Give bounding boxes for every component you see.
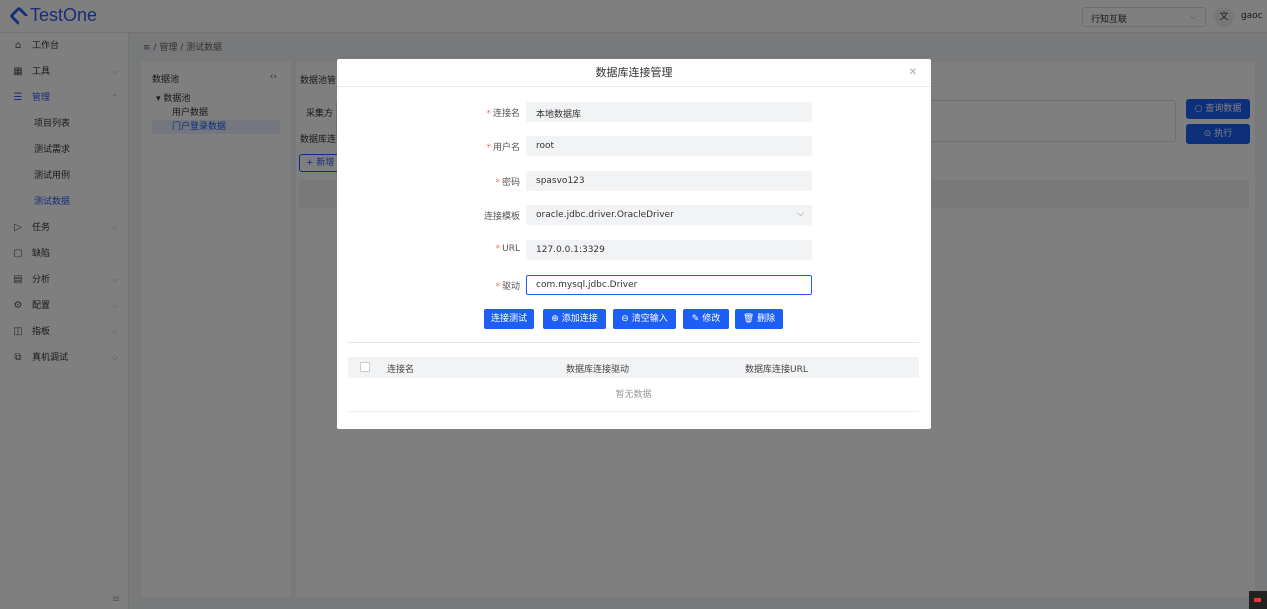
corner-badge-icon[interactable] [1249, 591, 1267, 609]
template-select[interactable]: oracle.jdbc.driver.OracleDriver ⌵ [526, 205, 812, 225]
clear-input-label: 清空输入 [631, 314, 668, 324]
driver-input[interactable]: com.mysql.jdbc.Driver [526, 275, 812, 295]
username-label: * 用户名 [486, 143, 520, 153]
template-label: 连接模板 [483, 212, 520, 222]
close-icon[interactable]: ✕ [909, 67, 917, 78]
edit-label: 修改 [702, 314, 721, 324]
form-row-url: * URL 127.0.0.1:3329 [337, 240, 931, 260]
form-row-password: * 密码 spasvo123 [337, 171, 931, 191]
db-connection-dialog: 数据库连接管理 ✕ * 连接名 本地数据库 * 用户名 root * 密码 spasv… [337, 59, 931, 429]
minus-circle-icon: ⊖ [621, 314, 629, 324]
table-empty-text: 暂无数据 [348, 378, 919, 412]
url-input[interactable]: 127.0.0.1:3329 [526, 240, 812, 260]
form-row-conn-name: * 连接名 本地数据库 [337, 102, 931, 122]
col-header-url: 数据库连接URL [745, 365, 808, 375]
password-label: * 密码 [495, 178, 520, 188]
chevron-down-icon: ⌵ [797, 209, 804, 219]
trash-icon: 🗑 [742, 314, 755, 324]
add-connection-button[interactable]: ⊕ 添加连接 [543, 309, 606, 329]
delete-button[interactable]: 🗑 删除 [735, 309, 783, 329]
select-all-checkbox[interactable] [360, 362, 370, 372]
username-input[interactable]: root [526, 136, 812, 156]
connection-table-header: 连接名 数据库连接驱动 数据库连接URL [348, 357, 919, 378]
conn-name-label: * 连接名 [486, 109, 520, 119]
edit-button[interactable]: ✎ 修改 [683, 309, 729, 329]
edit-icon: ✎ [691, 314, 700, 324]
password-input[interactable]: spasvo123 [526, 171, 812, 191]
col-header-conn-name: 连接名 [387, 365, 415, 375]
add-connection-label: 添加连接 [561, 314, 598, 324]
driver-label: * 驱动 [495, 282, 520, 292]
form-row-driver: * 驱动 com.mysql.jdbc.Driver [337, 275, 931, 295]
form-row-username: * 用户名 root [337, 136, 931, 156]
delete-label: 删除 [757, 314, 776, 324]
form-row-template: 连接模板 oracle.jdbc.driver.OracleDriver ⌵ [337, 205, 931, 225]
conn-name-input[interactable]: 本地数据库 [526, 102, 812, 122]
dialog-title: 数据库连接管理 [337, 59, 931, 87]
connection-test-button[interactable]: 连接测试 [484, 309, 534, 329]
clear-input-button[interactable]: ⊖ 清空输入 [613, 309, 676, 329]
col-header-driver: 数据库连接驱动 [566, 365, 630, 375]
plus-circle-icon: ⊕ [551, 314, 559, 324]
template-select-value: oracle.jdbc.driver.OracleDriver [536, 210, 674, 220]
dialog-divider [347, 342, 919, 343]
url-label: * URL [495, 244, 520, 254]
